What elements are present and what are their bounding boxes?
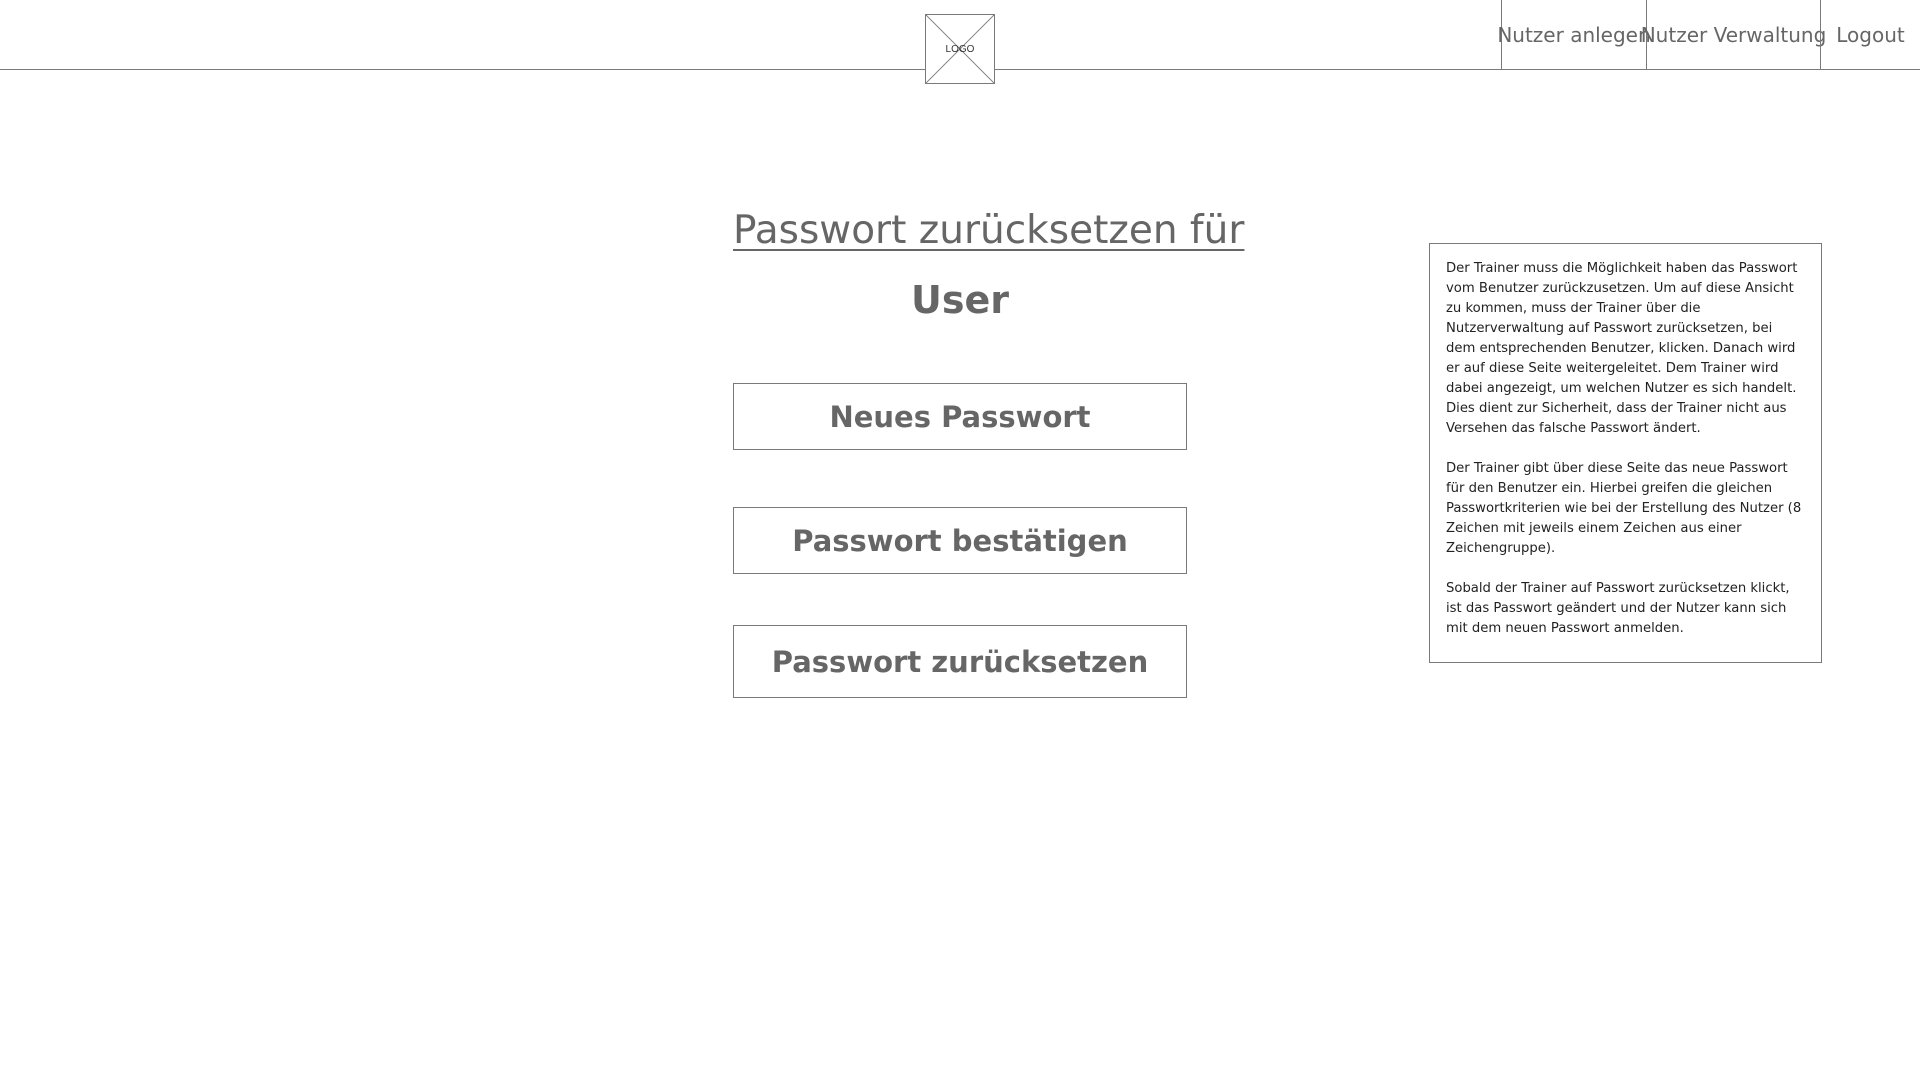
page-title: Passwort zurücksetzen für <box>733 208 1245 253</box>
note-paragraph-3: Sobald der Trainer auf Passwort zurückse… <box>1446 581 1790 636</box>
note-paragraph-1: Der Trainer muss die Möglichkeit haben d… <box>1446 261 1798 436</box>
annotation-note: Der Trainer muss die Möglichkeit haben d… <box>1429 243 1822 663</box>
nav-logout[interactable]: Logout <box>1820 0 1920 69</box>
confirm-password-label: Passwort bestätigen <box>792 523 1128 558</box>
new-password-label: Neues Passwort <box>829 399 1091 434</box>
confirm-password-field[interactable]: Passwort bestätigen <box>733 507 1187 574</box>
reset-password-button[interactable]: Passwort zurücksetzen <box>733 625 1187 698</box>
nav-manage-users[interactable]: Nutzer Verwaltung <box>1641 0 1826 69</box>
nav-create-user[interactable]: Nutzer anlegen <box>1497 0 1651 69</box>
new-password-field[interactable]: Neues Passwort <box>733 383 1187 450</box>
target-username: User <box>911 278 1009 322</box>
logo-placeholder[interactable]: LOGO <box>925 14 995 84</box>
logo-text: LOGO <box>945 43 975 55</box>
note-paragraph-2: Der Trainer gibt über diese Seite das ne… <box>1446 461 1802 556</box>
top-navigation: Nutzer anlegen Nutzer Verwaltung Logout <box>1497 0 1920 69</box>
reset-password-button-label: Passwort zurücksetzen <box>771 644 1149 679</box>
